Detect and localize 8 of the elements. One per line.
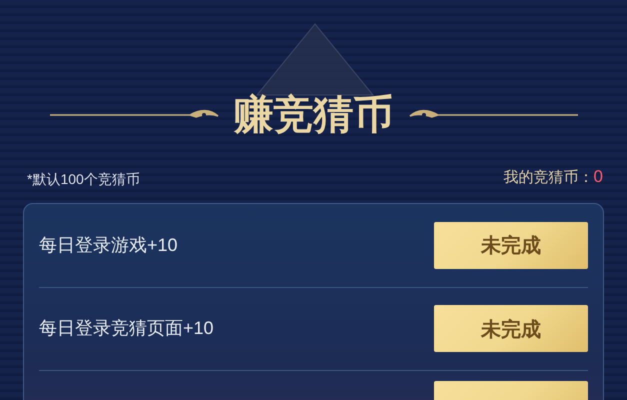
balance-value: 0 (594, 166, 603, 188)
task-label: 每日登录竞猜页面+10 (39, 317, 214, 340)
note-text: *默认100个竞猜币 (27, 170, 140, 188)
balance-label: 我的竞猜币： (504, 168, 594, 188)
task-label: 每日登录游戏+10 (39, 234, 178, 256)
status-button[interactable]: 未完成 (434, 222, 588, 268)
page-title: 赚竞猜币 (234, 95, 394, 135)
status-button[interactable]: 未完成 (434, 305, 588, 352)
